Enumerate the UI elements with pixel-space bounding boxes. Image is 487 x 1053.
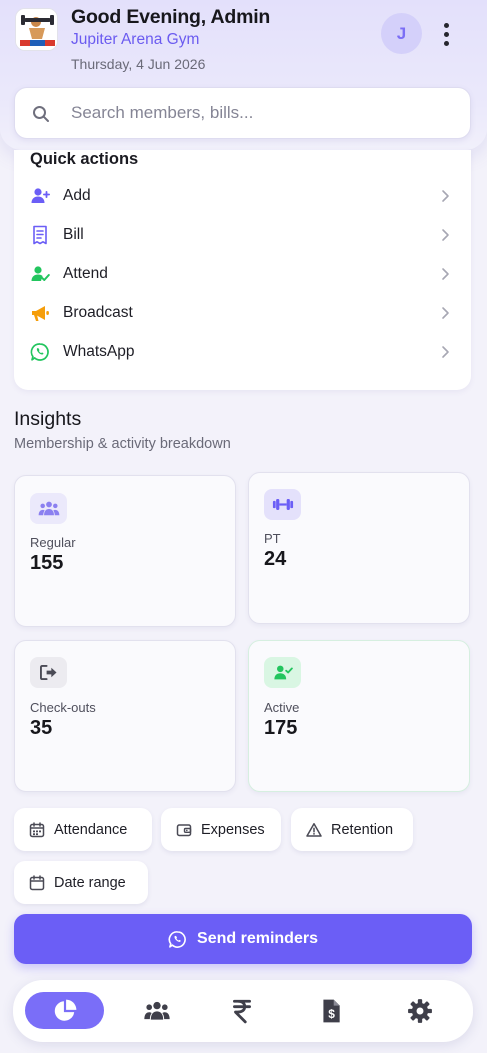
- search-input[interactable]: [71, 88, 451, 137]
- stat-value: 24: [264, 548, 287, 570]
- nav-item-dashboard[interactable]: [25, 992, 104, 1029]
- stat-label: Check-outs: [30, 700, 96, 715]
- pie-chart-icon: [54, 999, 76, 1021]
- users-icon: [144, 1001, 170, 1020]
- chip-label: Retention: [331, 821, 394, 838]
- chevron-right-icon: [442, 190, 449, 202]
- quick-actions-card: Quick actions Add Bill Attend Broadcast …: [14, 150, 471, 390]
- stat-label: Active: [264, 700, 300, 715]
- send-reminders-button[interactable]: Send reminders: [14, 914, 472, 964]
- gear-icon: [408, 998, 432, 1023]
- nav-item-settings[interactable]: [396, 992, 444, 1029]
- quick-action-broadcast[interactable]: Broadcast: [14, 294, 471, 332]
- search-icon: [33, 106, 49, 122]
- chip-expenses[interactable]: Expenses: [161, 808, 281, 851]
- stat-card-check-outs[interactable]: Check-outs 35: [14, 640, 236, 792]
- warning-icon: [306, 822, 322, 837]
- calendar-icon: [29, 821, 45, 837]
- chip-retention[interactable]: Retention: [291, 808, 413, 851]
- quick-action-attend[interactable]: Attend: [14, 255, 471, 293]
- more-menu-icon[interactable]: [434, 18, 458, 50]
- bill-icon: [33, 225, 47, 245]
- insights-title: Insights: [14, 408, 82, 430]
- chip-attendance[interactable]: Attendance: [14, 808, 152, 851]
- users-icon: [30, 493, 67, 524]
- stat-label: PT: [264, 531, 281, 546]
- chip-label: Expenses: [201, 821, 265, 838]
- rupee-icon: [233, 999, 251, 1023]
- chevron-right-icon: [442, 229, 449, 241]
- stat-value: 155: [30, 552, 64, 574]
- whatsapp-icon: [30, 343, 49, 361]
- gym-name: Jupiter Arena Gym: [71, 31, 200, 48]
- chip-date-range[interactable]: Date range: [14, 861, 148, 904]
- current-date: Thursday, 4 Jun 2026: [71, 56, 206, 72]
- bottom-nav: $: [13, 980, 473, 1042]
- dumbbell-icon: [264, 489, 301, 520]
- megaphone-icon: [32, 306, 49, 321]
- calendar-icon: [29, 874, 45, 890]
- stat-card-regular[interactable]: Regular 155: [14, 475, 236, 627]
- chevron-right-icon: [442, 346, 449, 358]
- nav-item-members[interactable]: [133, 992, 181, 1029]
- stat-card-pt[interactable]: PT 24: [248, 472, 470, 624]
- whatsapp-icon: [168, 930, 186, 948]
- insights-subtitle: Membership & activity breakdown: [14, 436, 231, 452]
- invoice-dollar-icon: $: [323, 999, 340, 1022]
- gym-logo-image: [16, 9, 57, 50]
- svg-text:$: $: [328, 1007, 335, 1021]
- quick-action-label: WhatsApp: [63, 343, 135, 360]
- nav-item-invoices[interactable]: $: [307, 992, 355, 1029]
- greeting-text: Good Evening, Admin: [71, 6, 271, 28]
- gym-logo[interactable]: [15, 8, 58, 51]
- attend-icon: [31, 266, 50, 281]
- chip-label: Date range: [54, 874, 126, 891]
- quick-action-label: Add: [63, 187, 91, 204]
- sign-out-icon: [30, 657, 67, 688]
- quick-action-label: Bill: [63, 226, 84, 243]
- quick-action-label: Broadcast: [63, 304, 133, 321]
- quick-action-whatsapp[interactable]: WhatsApp: [14, 333, 471, 371]
- chevron-right-icon: [442, 307, 449, 319]
- quick-action-bill[interactable]: Bill: [14, 216, 471, 254]
- stat-value: 35: [30, 717, 53, 739]
- nav-item-payments[interactable]: [218, 992, 266, 1029]
- stat-value: 175: [264, 717, 298, 739]
- send-reminders-label: Send reminders: [197, 930, 318, 947]
- wallet-icon: [176, 823, 192, 836]
- quick-action-add[interactable]: Add: [14, 177, 471, 215]
- chevron-right-icon: [442, 268, 449, 280]
- user-check-icon: [264, 657, 301, 688]
- quick-action-label: Attend: [63, 265, 108, 282]
- quick-actions-title: Quick actions: [30, 150, 139, 168]
- stat-label: Regular: [30, 535, 76, 550]
- stat-card-active[interactable]: Active 175: [248, 640, 470, 792]
- chip-label: Attendance: [54, 821, 128, 838]
- avatar[interactable]: J: [381, 13, 422, 54]
- add-user-icon: [31, 188, 50, 203]
- search-bar: [14, 87, 471, 139]
